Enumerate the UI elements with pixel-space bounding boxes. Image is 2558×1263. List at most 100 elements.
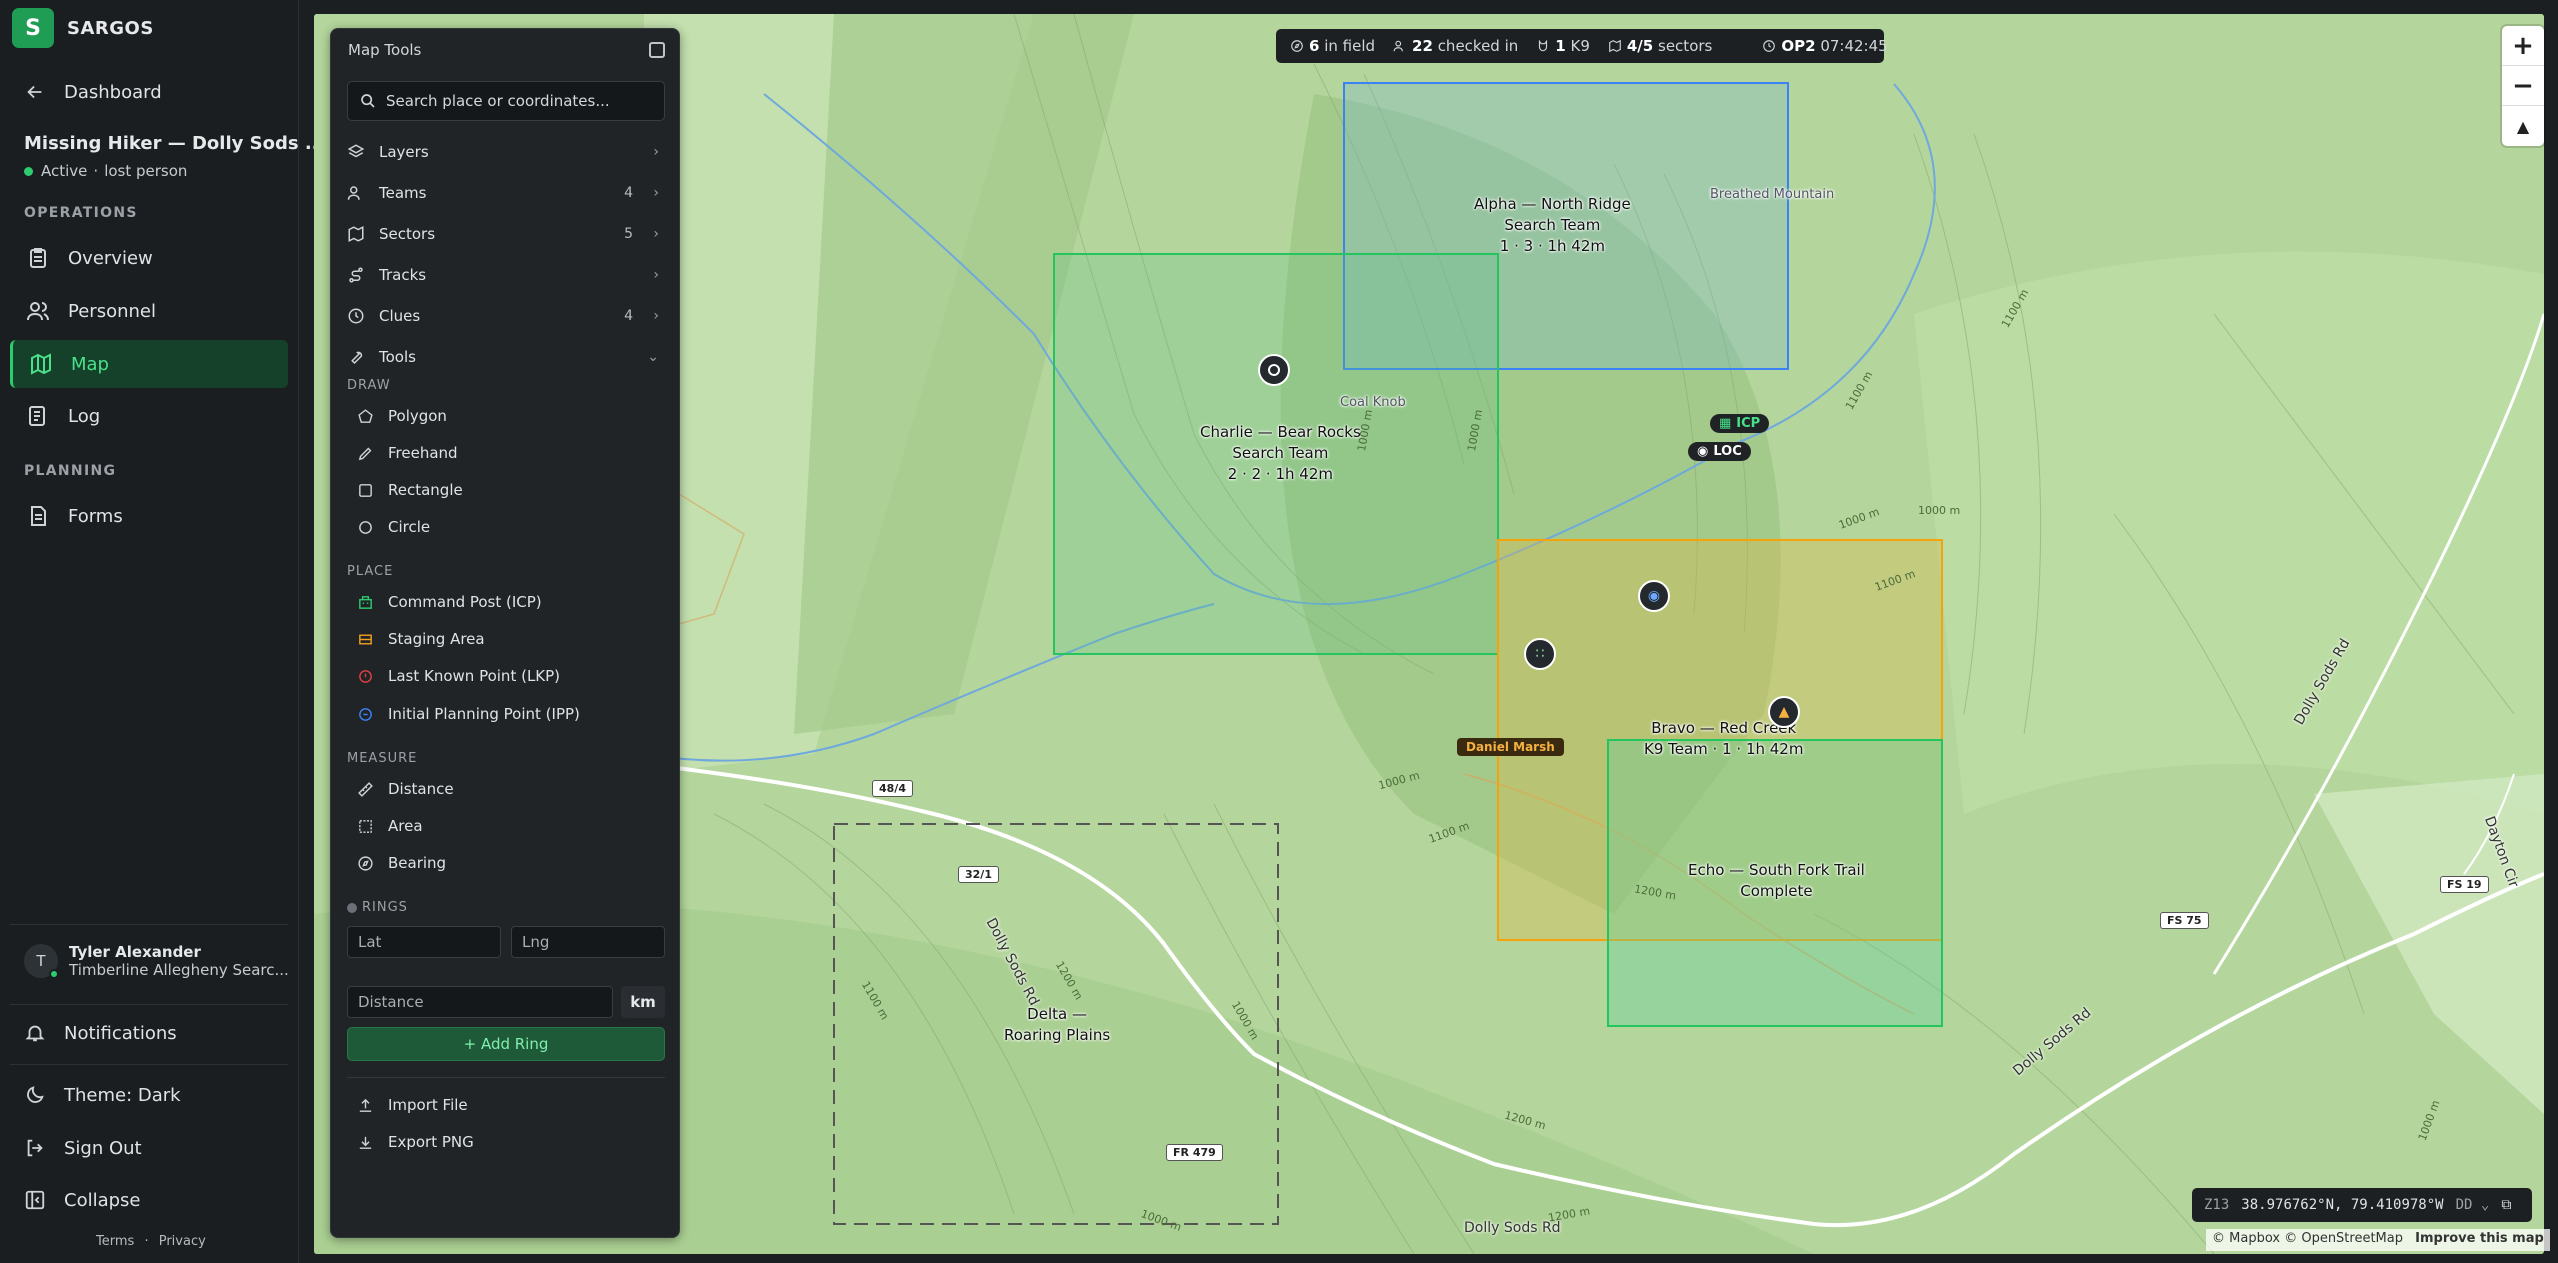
ring-distance-input[interactable] xyxy=(347,986,613,1018)
chevron-right-icon: › xyxy=(653,226,659,242)
tool-freehand[interactable]: Freehand xyxy=(357,444,458,462)
zoom-level: Z13 xyxy=(2204,1197,2230,1213)
notifications-button[interactable]: Notifications xyxy=(24,1022,177,1044)
place-staging-area[interactable]: Staging Area xyxy=(357,630,485,648)
upload-icon xyxy=(359,1098,372,1112)
panel-row-layers[interactable]: Layers › xyxy=(347,137,665,167)
terms-link[interactable]: Terms xyxy=(96,1234,134,1249)
panel-row-tools[interactable]: Tools ⌄ xyxy=(347,342,665,372)
building-icon: ▦ xyxy=(1719,416,1732,431)
search-input[interactable] xyxy=(386,92,646,110)
layers-icon xyxy=(347,144,365,158)
status-dot xyxy=(24,166,33,176)
nav-log[interactable]: Log xyxy=(10,392,288,440)
sign-out-icon xyxy=(27,1139,43,1157)
import-file-button[interactable]: Import File xyxy=(357,1096,468,1114)
compass-icon xyxy=(1291,40,1303,52)
place-initial-planning-point[interactable]: Initial Planning Point (IPP) xyxy=(357,705,580,723)
coord-format-select[interactable]: DD ⌄ xyxy=(2456,1197,2490,1213)
panel-row-sectors[interactable]: Sectors 5 › xyxy=(347,219,665,249)
circle-icon xyxy=(1268,364,1280,376)
rings-header: RINGS xyxy=(347,900,408,915)
collapse-panel-icon[interactable] xyxy=(649,42,665,58)
circle-icon xyxy=(359,520,372,534)
clue-marker[interactable] xyxy=(1258,354,1290,386)
divider xyxy=(10,1004,288,1005)
moon-icon xyxy=(27,1086,44,1103)
tool-rectangle[interactable]: Rectangle xyxy=(357,481,463,499)
user-profile[interactable]: T Tyler Alexander Timberline Allegheny S… xyxy=(24,943,289,979)
back-to-dashboard-link[interactable]: Dashboard xyxy=(24,81,162,103)
tool-circle[interactable]: Circle xyxy=(357,518,430,536)
back-label: Dashboard xyxy=(64,81,162,103)
privacy-link[interactable]: Privacy xyxy=(159,1234,206,1249)
map-icon xyxy=(1609,39,1621,53)
panel-row-teams[interactable]: Teams 4 › xyxy=(347,178,665,208)
panel-row-clues[interactable]: Clues 4 › xyxy=(347,301,665,331)
icp-marker[interactable]: ▦ ICP xyxy=(1710,414,1770,433)
dog-icon xyxy=(1539,39,1548,52)
chevron-down-icon: ⌄ xyxy=(647,349,659,365)
notifications-label: Notifications xyxy=(64,1022,177,1044)
planning-header: PLANNING xyxy=(24,463,117,479)
stat-k9: 1 K9 xyxy=(1536,37,1590,55)
nav-overview[interactable]: Overview xyxy=(10,234,288,282)
nav-personnel[interactable]: Personnel xyxy=(10,287,288,335)
route-shield: FS 75 xyxy=(2160,912,2209,929)
nav-map[interactable]: Map xyxy=(10,340,288,388)
bell-icon xyxy=(25,1025,45,1042)
app-name: SARGOS xyxy=(67,17,154,39)
nav-forms[interactable]: Forms xyxy=(10,492,288,540)
subject-marker[interactable]: Daniel Marsh xyxy=(1457,738,1564,756)
loc-marker[interactable]: ◉ LOC xyxy=(1688,442,1751,461)
add-ring-button[interactable]: + Add Ring xyxy=(347,1027,665,1061)
clue-marker[interactable]: ∷ xyxy=(1524,638,1556,670)
nav-label: Overview xyxy=(68,247,153,269)
nav-label: Personnel xyxy=(68,300,156,322)
export-png-button[interactable]: Export PNG xyxy=(357,1133,474,1151)
copy-icon[interactable]: ⧉ xyxy=(2501,1197,2511,1213)
place-last-known-point[interactable]: Last Known Point (LKP) xyxy=(357,667,560,685)
search-box[interactable] xyxy=(347,81,665,121)
divider xyxy=(10,1064,288,1065)
distance-unit-toggle[interactable]: km xyxy=(621,986,665,1018)
ring-lat-input[interactable] xyxy=(347,926,501,958)
sector-alpha-label: Alpha — North Ridge Search Team 1 · 3 · 1h… xyxy=(1474,195,1631,255)
clock-icon xyxy=(348,308,364,324)
clue-marker[interactable]: ▲ xyxy=(1768,696,1800,728)
log-icon xyxy=(29,406,45,426)
zoom-out-button[interactable]: − xyxy=(2502,66,2544,106)
stat-sectors: 4/5 sectors xyxy=(1608,37,1712,55)
contour-label: 1000 m xyxy=(1918,504,1961,517)
avatar: T xyxy=(24,944,59,979)
place-command-post[interactable]: Command Post (ICP) xyxy=(357,593,542,611)
ruler-icon xyxy=(358,781,373,797)
search-icon xyxy=(361,94,375,108)
measure-bearing[interactable]: Bearing xyxy=(357,854,446,872)
sector-echo-label: Echo — South Fork Trail Complete xyxy=(1688,861,1865,900)
cursor-coordinates: 38.976762°N, 79.410978°W xyxy=(2241,1197,2444,1213)
sign-out-button[interactable]: Sign Out xyxy=(24,1137,142,1159)
users-icon xyxy=(347,186,360,200)
stat-checked-in: 22 checked in xyxy=(1393,37,1518,55)
improve-map-link[interactable]: Improve this map xyxy=(2415,1231,2544,1246)
brand[interactable]: S SARGOS xyxy=(12,8,154,48)
theme-toggle[interactable]: Theme: Dark xyxy=(24,1084,181,1106)
clue-marker[interactable]: ◉ xyxy=(1638,580,1670,612)
compass-reset-button[interactable]: ▲ xyxy=(2502,106,2544,146)
compass-icon xyxy=(358,855,373,871)
tool-polygon[interactable]: Polygon xyxy=(357,407,447,425)
operations-header: OPERATIONS xyxy=(24,205,138,221)
ring-lng-input[interactable] xyxy=(511,926,665,958)
panel-row-tracks[interactable]: Tracks › xyxy=(347,260,665,290)
polygon-icon xyxy=(358,408,373,423)
map-icon xyxy=(31,353,51,375)
collapse-sidebar-button[interactable]: Collapse xyxy=(24,1189,141,1211)
map-icon xyxy=(348,226,364,242)
measure-area[interactable]: Area xyxy=(357,817,423,835)
crosshair-icon xyxy=(359,707,372,721)
target-icon xyxy=(359,669,372,683)
zoom-in-button[interactable]: + xyxy=(2502,26,2544,66)
measure-distance[interactable]: Distance xyxy=(357,780,454,798)
user-name: Tyler Alexander xyxy=(69,943,201,961)
